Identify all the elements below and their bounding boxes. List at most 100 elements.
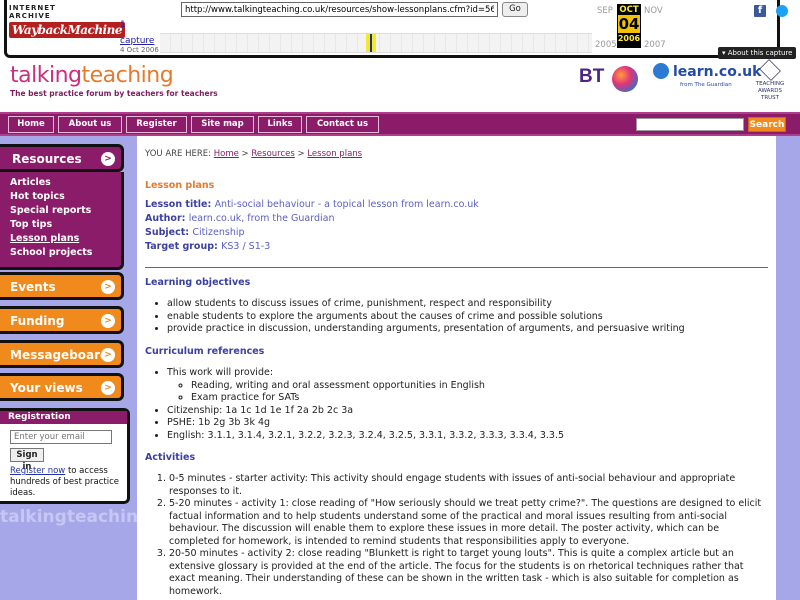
sidebar-item-lesson-plans[interactable]: Lesson plans [10,232,121,246]
list-item: Reading, writing and oral assessment opp… [191,380,564,393]
wayback-cur-month: OCT [619,5,639,15]
learn-logo-text: learn.co.uk [673,64,762,80]
author-value: learn.co.uk, from the Guardian [188,213,335,224]
sign-in-button[interactable]: Sign in [10,448,44,472]
email-field[interactable] [10,430,112,444]
funding-button[interactable]: Funding > [0,306,124,334]
curriculum-sublist: Reading, writing and oral assessment opp… [191,380,564,405]
activities-heading: Activities [145,452,196,463]
wayback-cur-year: 2006 [617,34,641,43]
search-button[interactable]: Search [748,117,786,132]
breadcrumb-sep-2: > [294,149,308,159]
resources-arrow-icon: > [101,152,115,166]
wayback-logo[interactable]: INTERNET ARCHIVE WaybackMachine [9,4,125,44]
sidebar-item-special-reports[interactable]: Special reports [10,204,121,218]
events-arrow-icon: > [101,280,115,294]
sidebar-watermark: talkingteaching talking teaching talking… [0,507,137,527]
resources-label: Resources [12,152,82,166]
funding-arrow-icon: > [101,314,115,328]
subject-row: Subject: Citizenship [145,227,245,238]
list-item: Exam practice for SATs [191,392,564,405]
wayback-timeline[interactable] [160,33,592,53]
wayback-prev-year[interactable]: 2005 [595,40,617,50]
wayback-timeline-capture-tick[interactable] [370,34,372,52]
bt-logo[interactable]: BT [579,66,604,88]
target-group-row: Target group: KS3 / S1-3 [145,241,270,252]
nav-site-map[interactable]: Site map [191,116,254,133]
learn-logo[interactable]: learn.co.uk [655,64,761,80]
resources-header[interactable]: Resources > [0,144,124,172]
list-item: 5-20 minutes - activity 1: close reading… [169,498,767,548]
list-item: enable students to explore the arguments… [167,311,685,324]
wayback-capture-date: 4 Oct 2006 [120,46,159,54]
resources-list: Articles Hot topics Special reports Top … [0,172,124,270]
facebook-icon[interactable]: f [754,5,766,17]
registration-box: Registration Sign in Register now to acc… [0,408,130,504]
target-group-value: KS3 / S1-3 [221,241,271,252]
curriculum-heading: Curriculum references [145,346,265,357]
activities-list: 0-5 minutes - starter activity: This act… [169,473,767,598]
logo-teaching: teaching [81,63,174,88]
your-views-arrow-icon: > [101,381,115,395]
wayback-prev-month[interactable]: SEP [597,6,613,16]
list-item: English: 3.1.1, 3.1.4, 3.2.1, 3.2.2, 3.2… [167,430,564,443]
breadcrumb-lesson-plans[interactable]: Lesson plans [307,149,362,159]
wayback-captures-count[interactable]: 1 [120,20,126,30]
about-capture-button[interactable]: ▾ About this capture [718,47,797,59]
wayback-next-month[interactable]: NOV [644,6,663,16]
wayback-capture-link[interactable]: capture [120,36,154,46]
author-label: Author: [145,213,189,224]
sidebar-item-school-projects[interactable]: School projects [10,246,121,260]
events-label: Events [10,280,56,294]
teaching-awards-logo[interactable]: TEACHING AWARDS TRUST [752,59,788,104]
wayback-current-date: OCT 04 2006 [617,4,641,48]
curriculum-list: This work will provide: Reading, writing… [167,367,564,442]
objectives-heading: Learning objectives [145,277,251,288]
award-emblem-icon [759,59,781,81]
main-content: YOU ARE HERE: Home > Resources > Lesson … [137,136,776,600]
events-button[interactable]: Events > [0,272,124,300]
messageboard-label: Messageboard [10,348,109,362]
lesson-title-label: Lesson title: [145,199,215,210]
breadcrumb-home[interactable]: Home [214,149,239,159]
list-item: provide practice in discussion, understa… [167,323,685,336]
wayback-url-input[interactable] [181,2,498,17]
left-sidebar: talkingteaching talking teaching talking… [0,136,137,600]
list-item: PSHE: 1b 2g 3b 3k 4g [167,417,564,430]
bt-globe-icon [612,66,638,92]
wayback-next-year[interactable]: 2007 [644,40,666,50]
site-header: talkingteaching The best practice forum … [0,59,800,112]
nav-about-us[interactable]: About us [58,116,122,133]
wayback-logo-main: WaybackMachine [9,22,125,38]
lesson-title-row: Lesson title: Anti-social behaviour - a … [145,199,479,210]
sidebar-item-articles[interactable]: Articles [10,176,121,190]
nav-contact-us[interactable]: Contact us [306,116,379,133]
learn-logo-sub: from The Guardian [680,82,732,88]
your-views-label: Your views [10,381,83,395]
funding-label: Funding [10,314,65,328]
wayback-cur-day: 04 [618,15,640,33]
nav-register[interactable]: Register [126,116,187,133]
breadcrumb-sep-1: > [238,149,252,159]
page-title: Lesson plans [145,180,215,191]
search-input[interactable] [636,118,744,131]
nav-home[interactable]: Home [8,116,54,133]
wayback-logo-top: INTERNET ARCHIVE [9,4,56,20]
wayback-go-button[interactable]: Go [502,2,528,17]
curriculum-intro: This work will provide: [167,367,274,378]
your-views-button[interactable]: Your views > [0,373,124,401]
sidebar-item-top-tips[interactable]: Top tips [10,218,121,232]
registration-heading: Registration [0,411,127,424]
breadcrumb-resources[interactable]: Resources [251,149,294,159]
subject-value: Citizenship [192,227,245,238]
site-logo[interactable]: talkingteaching [10,63,174,88]
breadcrumb-prefix: YOU ARE HERE: [145,149,214,159]
messageboard-button[interactable]: Messageboard > [0,340,124,368]
twitter-icon[interactable] [776,5,788,17]
breadcrumb: YOU ARE HERE: Home > Resources > Lesson … [145,149,362,159]
list-item: 20-50 minutes - activity 2: close readin… [169,548,767,598]
main-nav: Home About us Register Site map Links Co… [0,112,800,136]
nav-links[interactable]: Links [258,116,302,133]
sidebar-item-hot-topics[interactable]: Hot topics [10,190,121,204]
register-now-link[interactable]: Register now [10,466,65,476]
